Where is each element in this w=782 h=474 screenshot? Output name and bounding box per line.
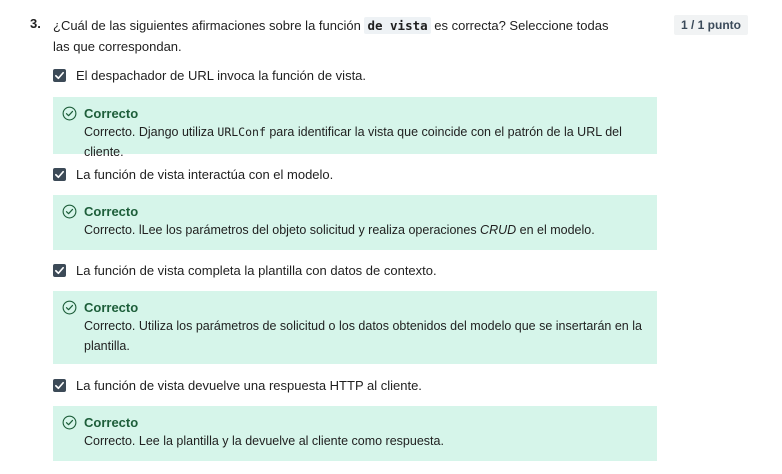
option-label: La función de vista devuelve una respues… <box>76 378 422 393</box>
option-label: El despachador de URL invoca la función … <box>76 68 367 83</box>
feedback-text: Correcto. lLee los parámetros del objeto… <box>84 220 647 240</box>
feedback-text: Correcto. Lee la plantilla y la devuelve… <box>84 434 444 448</box>
feedback-text-before: Correcto. Django utiliza <box>84 125 218 139</box>
check-circle-icon <box>62 204 77 219</box>
checkbox-checked-icon[interactable] <box>53 69 66 82</box>
feedback-text: Correcto. Utiliza los parámetros de soli… <box>84 319 642 353</box>
feedback-title: Correcto <box>84 106 139 121</box>
feedback-header: Correcto <box>62 204 657 219</box>
option-1[interactable]: El despachador de URL invoca la función … <box>53 68 753 83</box>
feedback-code: URLConf <box>217 125 266 139</box>
option-3[interactable]: La función de vista completa la plantill… <box>53 263 753 278</box>
option-label: La función de vista completa la plantill… <box>76 263 437 278</box>
feedback-box: Correcto Correcto. Utiliza los parámetro… <box>53 291 657 364</box>
question-text: ¿Cuál de las siguientes afirmaciones sob… <box>53 15 623 57</box>
question-number: 3. <box>30 16 41 31</box>
checkbox-checked-icon[interactable] <box>53 264 66 277</box>
checkbox-checked-icon[interactable] <box>53 379 66 392</box>
feedback-text-before: Correcto. lLee los parámetros del objeto… <box>84 223 481 237</box>
feedback-title: Correcto <box>84 415 139 430</box>
check-circle-icon <box>62 106 77 121</box>
checkbox-checked-icon[interactable] <box>53 168 66 181</box>
question-text-before: ¿Cuál de las siguientes afirmaciones sob… <box>53 18 365 33</box>
feedback-emphasis: CRUD <box>480 223 517 237</box>
feedback-box: Correcto Correcto. lLee los parámetros d… <box>53 195 657 250</box>
feedback-text: Correcto. Django utiliza URLConf para id… <box>84 122 647 162</box>
feedback-header: Correcto <box>62 300 657 315</box>
feedback-title: Correcto <box>84 204 139 219</box>
feedback-text-after: en el modelo. <box>516 223 595 237</box>
feedback-header: Correcto <box>62 415 657 430</box>
points-badge: 1 / 1 punto <box>674 15 748 35</box>
feedback-header: Correcto <box>62 106 657 121</box>
feedback-title: Correcto <box>84 300 139 315</box>
check-circle-icon <box>62 415 77 430</box>
option-2[interactable]: La función de vista interactúa con el mo… <box>53 167 753 182</box>
option-4[interactable]: La función de vista devuelve una respues… <box>53 378 753 393</box>
feedback-box: Correcto Correcto. Lee la plantilla y la… <box>53 406 657 461</box>
check-circle-icon <box>62 300 77 315</box>
feedback-box: Correcto Correcto. Django utiliza URLCon… <box>53 97 657 159</box>
question-code: de vista <box>364 17 431 34</box>
option-label: La función de vista interactúa con el mo… <box>76 167 334 182</box>
